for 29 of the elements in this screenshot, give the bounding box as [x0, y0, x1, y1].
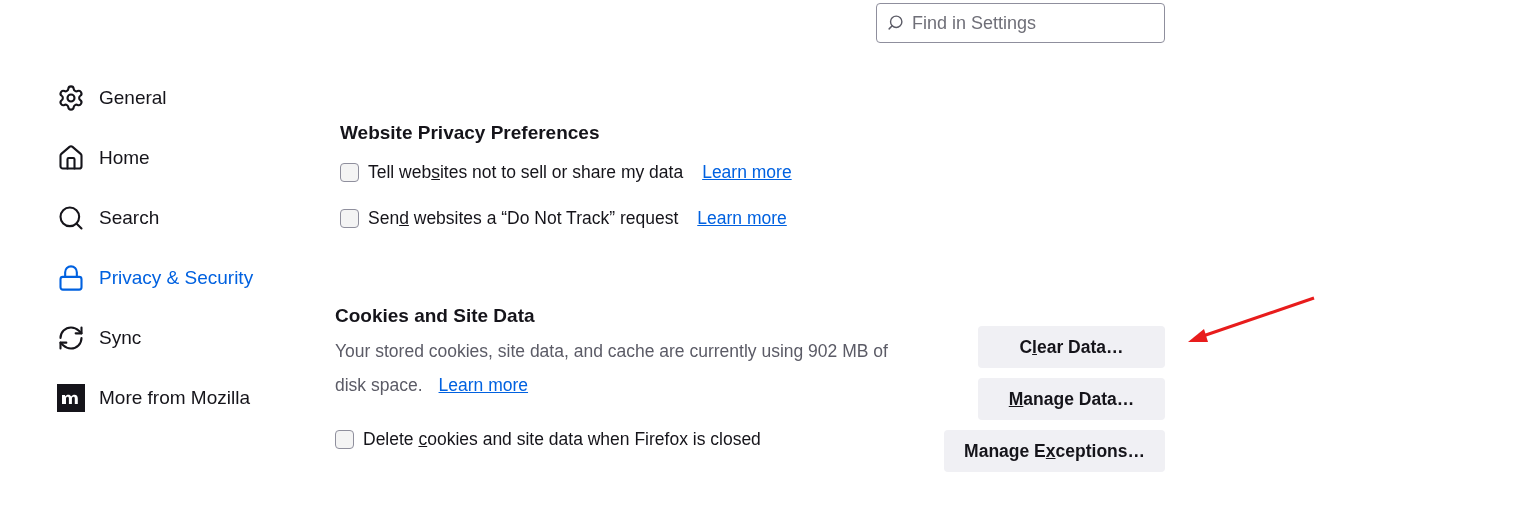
- storage-description: Your stored cookies, site data, and cache are currently using 902 MB of disk space. Learn more: [335, 340, 889, 397]
- search-field[interactable]: Find in Settings: [876, 3, 1165, 43]
- learn-more-link[interactable]: Learn more: [702, 159, 792, 186]
- section-title: Website Privacy Preferences: [340, 121, 601, 145]
- learn-more-link[interactable]: Learn more: [697, 205, 787, 232]
- action-button[interactable]: Clear Data…: [978, 326, 1165, 368]
- sidebar-item[interactable]: Sync: [57, 321, 335, 355]
- sidebar-item[interactable]: Privacy & Security: [57, 261, 335, 295]
- learn-more-link[interactable]: Learn more: [438, 375, 529, 395]
- action-button[interactable]: Manage Exceptions…: [944, 430, 1165, 472]
- sidebar-item[interactable]: Search: [57, 201, 335, 235]
- checkbox[interactable]: [335, 429, 354, 449]
- section-title: Cookies and Site Data: [335, 303, 536, 328]
- action-button[interactable]: Manage Data…: [978, 378, 1165, 420]
- checkbox-label: Delete cookies and site data when Firefox is closed: [363, 428, 761, 451]
- checkbox-label: Tell websites not to sell or share my data: [368, 161, 684, 185]
- house-icon: [57, 144, 85, 172]
- sidebar-item[interactable]: More from Mozilla: [57, 381, 335, 415]
- search-icon: [57, 204, 85, 232]
- settings-icon: [57, 84, 85, 112]
- checkbox-label: Send websites a “Do Not Track” request: [368, 207, 679, 231]
- mozilla-logo-icon: [57, 384, 85, 412]
- search-icon: [887, 14, 904, 31]
- sidebar-item[interactable]: Home: [57, 141, 335, 175]
- checkbox[interactable]: [340, 163, 359, 182]
- checkbox[interactable]: [340, 209, 359, 228]
- lock-icon: [57, 264, 85, 292]
- sync-icon: [57, 324, 85, 352]
- sidebar-item[interactable]: General: [57, 81, 335, 115]
